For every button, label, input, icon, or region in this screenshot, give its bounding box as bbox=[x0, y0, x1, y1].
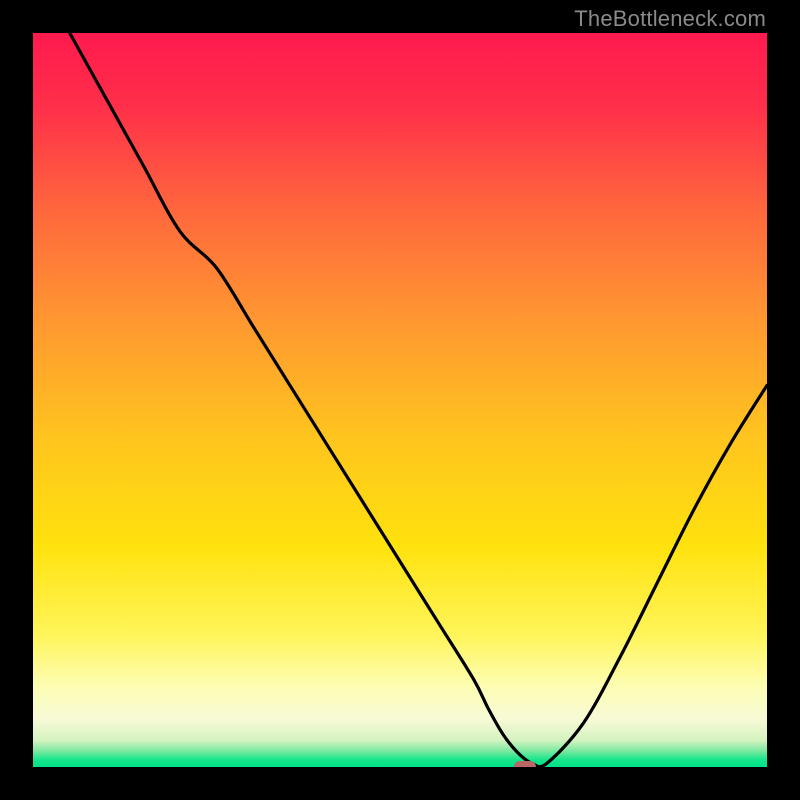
optimal-marker bbox=[514, 761, 536, 767]
bottleneck-curve bbox=[33, 33, 767, 767]
chart-frame: TheBottleneck.com bbox=[0, 0, 800, 800]
plot-area bbox=[33, 33, 767, 767]
watermark-text: TheBottleneck.com bbox=[574, 6, 766, 32]
